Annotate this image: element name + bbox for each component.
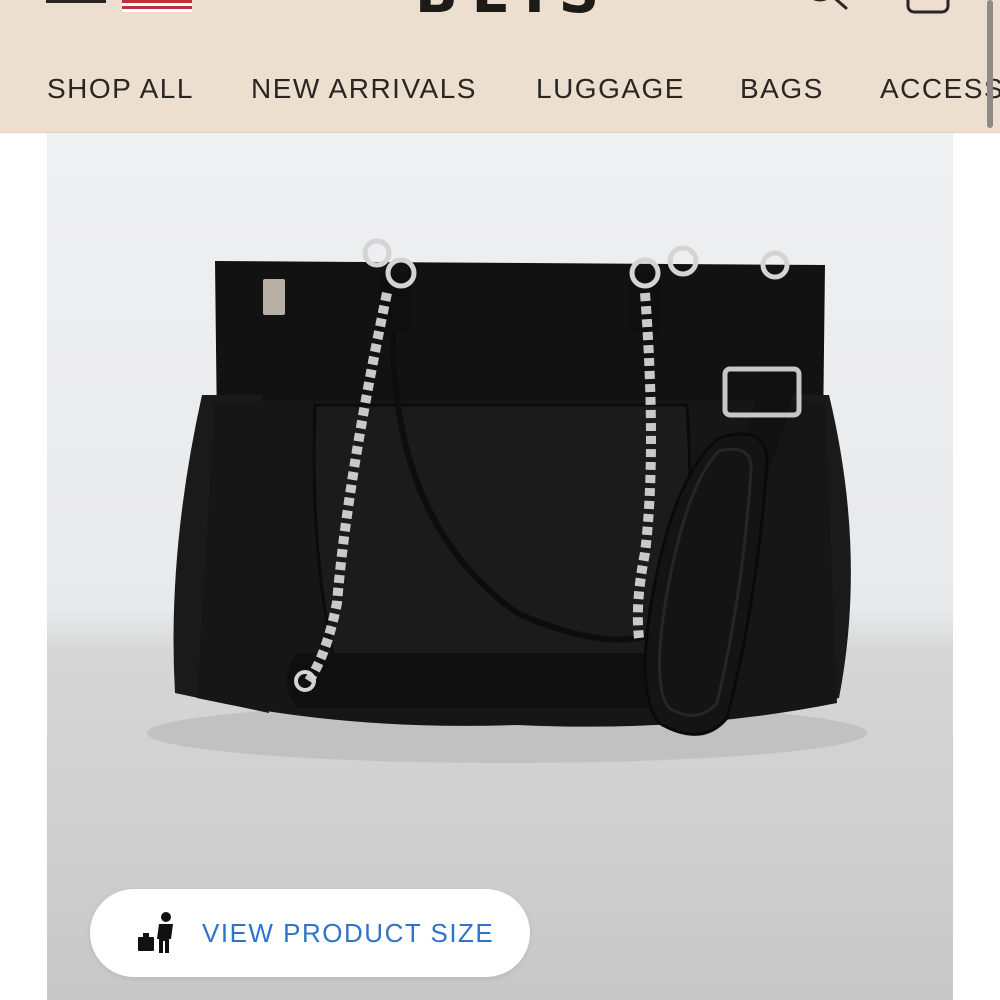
nav-shop-all[interactable]: SHOP ALL: [47, 68, 194, 110]
view-product-size-button[interactable]: VIEW PRODUCT SIZE: [90, 889, 530, 977]
product-bag-illustration: [147, 238, 867, 763]
scrollbar-thumb[interactable]: [987, 0, 993, 128]
nav-bags[interactable]: BAGS: [740, 68, 824, 110]
view-product-size-label: VIEW PRODUCT SIZE: [202, 918, 495, 948]
site-header: BEIS SHOP ALL NEW ARRIVALS LUGGAGE BAGS …: [0, 0, 1000, 133]
person-with-luggage-icon: [138, 912, 173, 953]
product-image[interactable]: [47, 133, 953, 1000]
nav-luggage[interactable]: LUGGAGE: [536, 68, 685, 110]
search-icon[interactable]: [800, 0, 852, 12]
brand-logo[interactable]: BEIS: [415, 0, 595, 26]
shopping-bag-icon[interactable]: [898, 0, 958, 16]
product-page: BEIS SHOP ALL NEW ARRIVALS LUGGAGE BAGS …: [0, 0, 1000, 1000]
main-nav: SHOP ALL NEW ARRIVALS LUGGAGE BAGS ACCES…: [0, 68, 1000, 110]
nav-new-arrivals[interactable]: NEW ARRIVALS: [251, 68, 477, 110]
us-flag-icon[interactable]: [122, 0, 192, 12]
menu-icon[interactable]: [46, 0, 106, 8]
nav-accessories[interactable]: ACCESS: [880, 68, 1000, 110]
